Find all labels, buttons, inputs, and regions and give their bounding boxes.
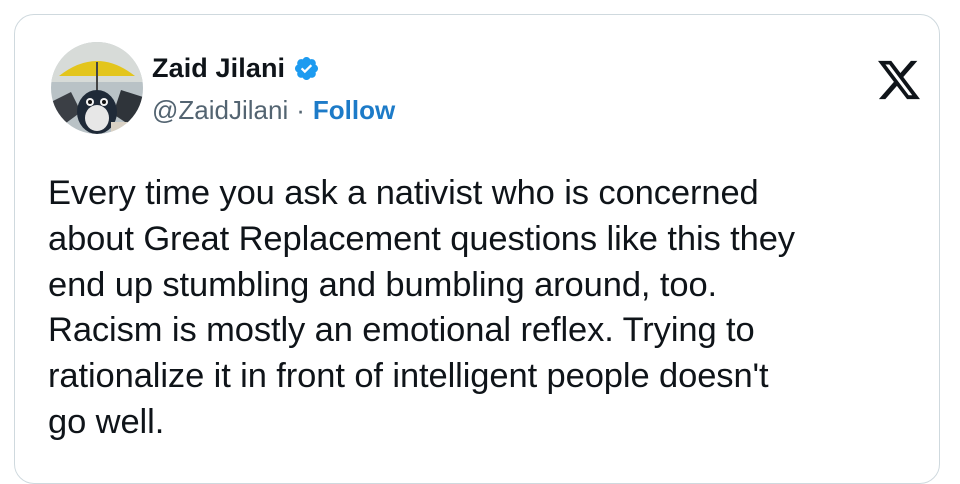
tweet-card[interactable]: Zaid Jilani @ZaidJilani · Follow Every t… [14, 14, 940, 484]
follow-button[interactable]: Follow [313, 95, 395, 126]
avatar-image [51, 42, 143, 134]
author-name[interactable]: Zaid Jilani [152, 53, 285, 84]
handle-separator: · [296, 94, 305, 125]
author-avatar[interactable] [51, 42, 143, 134]
tweet-text: Every time you ask a nativist who is con… [48, 174, 795, 441]
verified-badge-icon [295, 56, 319, 80]
x-logo-icon[interactable] [876, 59, 922, 101]
author-handle[interactable]: @ZaidJilani [152, 95, 288, 126]
